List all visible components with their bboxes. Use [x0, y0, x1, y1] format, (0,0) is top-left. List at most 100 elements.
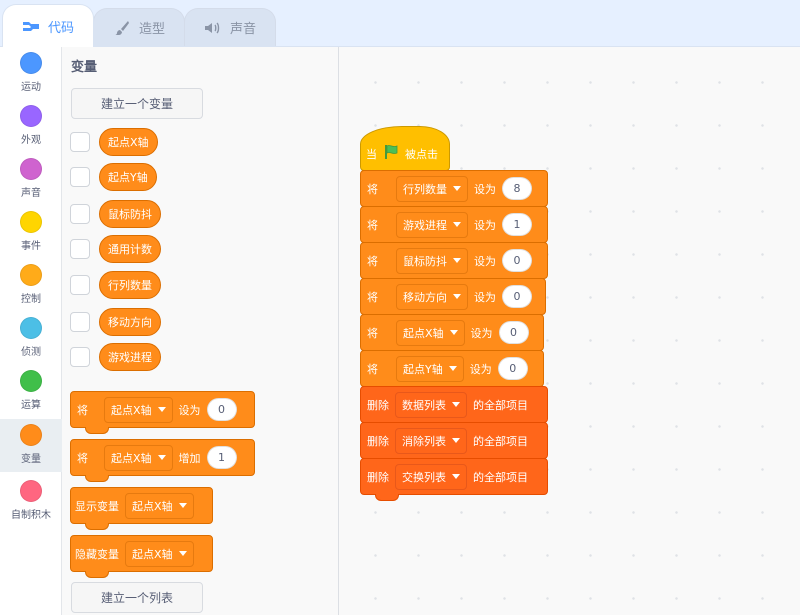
variable-reporter[interactable]: 移动方向: [99, 308, 161, 336]
variable-dropdown[interactable]: 起点X轴: [104, 444, 173, 471]
set-variable-block[interactable]: 将 移动方向 设为 0: [360, 278, 546, 315]
category-my-blocks[interactable]: 自制积木: [0, 475, 62, 528]
show-variable-block[interactable]: 显示变量 起点X轴: [70, 487, 213, 530]
value-input[interactable]: 1: [206, 446, 237, 469]
category-motion[interactable]: 运动: [0, 47, 62, 100]
dropdown-arrow-icon: [453, 186, 461, 191]
variable-reporter[interactable]: 起点X轴: [99, 128, 158, 156]
dropdown-value: 消除列表: [402, 434, 446, 448]
variable-checkbox[interactable]: [70, 204, 90, 224]
category-label: 自制积木: [11, 510, 51, 521]
variable-row: 行列数量: [70, 271, 161, 299]
variable-dropdown[interactable]: 起点X轴: [125, 492, 194, 519]
dropdown-arrow-icon: [453, 294, 461, 299]
value-input[interactable]: 0: [498, 321, 529, 344]
set-variable-block[interactable]: 将 行列数量 设为 8: [360, 170, 548, 207]
block-suffix: 的全部项目: [473, 470, 528, 484]
delete-all-of-list-block[interactable]: 删除 数据列表 的全部项目: [360, 386, 548, 423]
make-variable-button[interactable]: 建立一个变量: [71, 88, 203, 119]
list-dropdown[interactable]: 交换列表: [395, 463, 467, 490]
list-dropdown[interactable]: 消除列表: [395, 427, 467, 454]
variable-checkbox[interactable]: [70, 167, 90, 187]
list-dropdown[interactable]: 数据列表: [395, 391, 467, 418]
scratch-editor: 代码 造型 声音 运动 外观 声音 事件 控制 侦测 运算 变量 自制积木 变量…: [0, 0, 800, 615]
dropdown-arrow-icon: [453, 222, 461, 227]
dropdown-arrow-icon: [449, 330, 458, 335]
category-sound[interactable]: 声音: [0, 153, 62, 206]
palette-title: 变量: [71, 60, 98, 75]
variable-checkbox[interactable]: [70, 347, 90, 367]
set-variable-block[interactable]: 将 游戏进程 设为 1: [360, 206, 548, 243]
value-input[interactable]: 1: [502, 213, 532, 236]
speaker-icon: [204, 21, 222, 35]
sensing-color-icon: [20, 317, 42, 339]
variable-dropdown[interactable]: 起点X轴: [104, 396, 173, 423]
variable-row: 游戏进程: [70, 343, 161, 371]
variable-dropdown[interactable]: 游戏进程: [396, 211, 468, 238]
delete-all-of-list-block[interactable]: 删除 消除列表 的全部项目: [360, 422, 548, 459]
value-input[interactable]: 0: [502, 285, 532, 308]
variable-row: 通用计数: [70, 235, 161, 263]
block-verb: 将: [367, 362, 378, 376]
delete-all-of-list-block[interactable]: 删除 交换列表 的全部项目: [360, 458, 548, 501]
dropdown-arrow-icon: [157, 407, 166, 412]
green-flag-icon: [383, 144, 399, 163]
block-op: 设为: [474, 254, 496, 268]
make-list-button[interactable]: 建立一个列表: [71, 582, 203, 613]
value-input[interactable]: 0: [502, 249, 532, 272]
variable-dropdown[interactable]: 起点X轴: [396, 319, 465, 346]
dropdown-arrow-icon: [452, 474, 460, 479]
block-verb: 将: [367, 326, 378, 340]
category-looks[interactable]: 外观: [0, 100, 62, 153]
category-label: 运算: [21, 400, 41, 411]
variable-dropdown[interactable]: 行列数量: [396, 175, 468, 202]
block-notch: [85, 571, 109, 578]
dropdown-arrow-icon: [448, 366, 457, 371]
events-color-icon: [20, 211, 42, 233]
tab-code[interactable]: 代码: [2, 4, 94, 47]
value-input[interactable]: 0: [206, 398, 237, 421]
category-events[interactable]: 事件: [0, 206, 62, 259]
category-variables[interactable]: 变量: [0, 419, 62, 472]
hide-variable-block[interactable]: 隐藏变量 起点X轴: [70, 535, 213, 578]
variable-checkbox[interactable]: [70, 239, 90, 259]
variable-checkbox[interactable]: [70, 132, 90, 152]
variable-dropdown[interactable]: 鼠标防抖: [396, 247, 468, 274]
dropdown-arrow-icon: [453, 258, 461, 263]
variable-checkbox[interactable]: [70, 275, 90, 295]
variable-checkbox[interactable]: [70, 312, 90, 332]
category-control[interactable]: 控制: [0, 259, 62, 312]
variable-row: 鼠标防抖: [70, 200, 161, 228]
variable-reporter[interactable]: 游戏进程: [99, 343, 161, 371]
tab-sounds-label: 声音: [229, 22, 256, 37]
variable-reporter[interactable]: 通用计数: [99, 235, 161, 263]
set-variable-block[interactable]: 将 起点Y轴 设为 0: [360, 350, 544, 387]
value-input[interactable]: 8: [502, 177, 532, 200]
variable-reporter[interactable]: 行列数量: [99, 271, 161, 299]
set-variable-block[interactable]: 将 起点X轴 设为 0: [360, 314, 544, 351]
change-variable-block[interactable]: 将 起点X轴 增加 1: [70, 439, 255, 482]
variable-reporter[interactable]: 鼠标防抖: [99, 200, 161, 228]
dropdown-value: 起点X轴: [403, 326, 444, 340]
category-sensing[interactable]: 侦测: [0, 312, 62, 365]
category-operators[interactable]: 运算: [0, 365, 62, 418]
tab-bar: 代码 造型 声音: [0, 0, 800, 47]
dropdown-arrow-icon: [452, 438, 460, 443]
set-variable-block[interactable]: 将 起点X轴 设为 0: [70, 391, 255, 434]
block-suffix: 的全部项目: [473, 434, 528, 448]
block-verb: 将: [367, 290, 378, 304]
variable-dropdown[interactable]: 移动方向: [396, 283, 468, 310]
tab-costumes[interactable]: 造型: [93, 8, 185, 46]
variable-row: 起点X轴: [70, 128, 158, 156]
category-label: 变量: [21, 454, 41, 465]
dropdown-value: 游戏进程: [403, 218, 447, 232]
sound-color-icon: [20, 158, 42, 180]
variable-dropdown[interactable]: 起点X轴: [125, 540, 194, 567]
tab-sounds[interactable]: 声音: [184, 8, 276, 46]
block-op: 设为: [178, 403, 201, 417]
variable-reporter[interactable]: 起点Y轴: [99, 163, 157, 191]
set-variable-block[interactable]: 将 鼠标防抖 设为 0: [360, 242, 548, 279]
block-op: 设为: [469, 362, 492, 376]
variable-dropdown[interactable]: 起点Y轴: [396, 355, 464, 382]
value-input[interactable]: 0: [497, 357, 528, 380]
